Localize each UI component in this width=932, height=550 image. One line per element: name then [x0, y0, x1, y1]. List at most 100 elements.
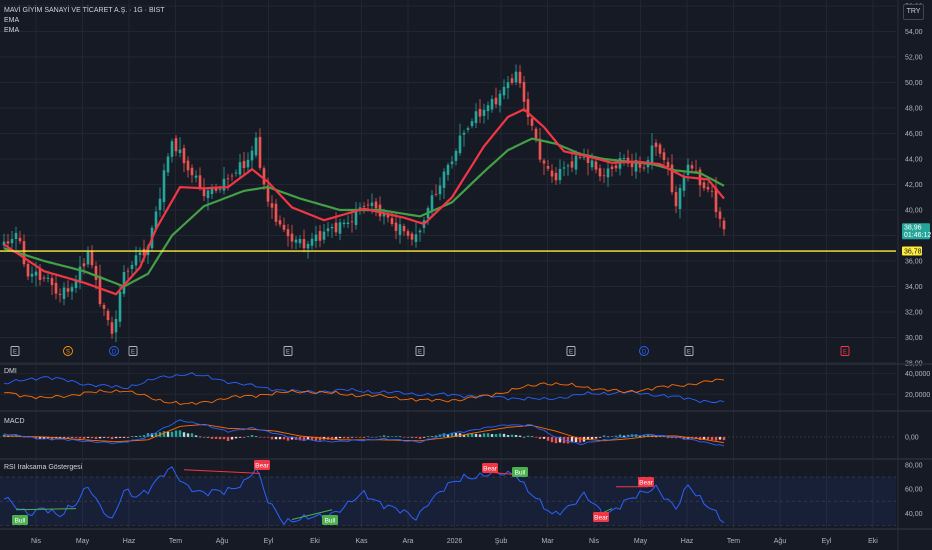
macd-histogram-bar: [122, 436, 126, 438]
candle-body: [138, 252, 142, 255]
candle-body: [86, 251, 90, 265]
candle-body: [562, 167, 566, 169]
chart-canvas: 28,0030,0032,0034,0036,0038,0040,0042,00…: [0, 0, 932, 550]
macd-histogram-bar: [534, 436, 538, 438]
price-tick-label: 42,00: [905, 182, 923, 189]
rsi-legend[interactable]: RSI Iraksama Göstergesi: [4, 464, 83, 471]
candle-body: [558, 168, 562, 181]
time-axis-label: Ağu: [774, 538, 787, 545]
macd-histogram-bar: [190, 433, 194, 437]
candle-body: [582, 156, 586, 158]
macd-histogram-bar: [70, 436, 74, 438]
candle-body: [170, 141, 174, 157]
macd-histogram-bar: [710, 436, 714, 441]
macd-histogram-bar: [598, 436, 602, 438]
candle-body: [546, 166, 550, 169]
macd-histogram-bar: [90, 436, 94, 439]
candle-body: [58, 293, 62, 295]
macd-histogram-bar: [510, 434, 514, 437]
candle-body: [494, 97, 498, 105]
macd-histogram-bar: [386, 436, 390, 438]
candle-body: [162, 170, 166, 203]
ema-legend-2[interactable]: EMA: [4, 27, 20, 34]
candle-body: [270, 203, 274, 208]
candle-body: [298, 239, 302, 244]
macd-histogram-bar: [714, 436, 718, 441]
candle-body: [554, 172, 558, 181]
candle-body: [622, 157, 626, 160]
macd-histogram-bar: [74, 436, 78, 438]
macd-histogram-bar: [102, 436, 106, 438]
candle-body: [458, 135, 462, 154]
macd-histogram-bar: [258, 436, 262, 438]
macd-histogram-bar: [482, 433, 486, 437]
candle-body: [454, 150, 458, 161]
macd-histogram-bar: [606, 436, 610, 438]
time-axis-label: 2026: [447, 538, 463, 545]
macd-histogram-bar: [118, 436, 122, 438]
macd-histogram-bar: [422, 436, 426, 438]
macd-histogram-bar: [366, 436, 370, 437]
macd-histogram-bar: [414, 436, 418, 438]
candle-body: [434, 193, 438, 195]
candle-body: [614, 165, 618, 169]
macd-histogram-bar: [486, 433, 490, 437]
time-axis-label: Eki: [310, 538, 320, 545]
macd-histogram-bar: [546, 436, 550, 441]
macd-histogram-bar: [130, 436, 134, 437]
candle-body: [598, 168, 602, 177]
candle-body: [174, 138, 178, 152]
macd-histogram-bar: [262, 436, 266, 438]
macd-histogram-bar: [174, 430, 178, 437]
candle-body: [606, 168, 610, 178]
macd-histogram-bar: [702, 436, 706, 440]
macd-histogram-bar: [106, 436, 110, 439]
candle-body: [70, 287, 74, 292]
macd-histogram-bar: [266, 436, 270, 438]
macd-histogram-bar: [410, 436, 414, 438]
bear-label: Bear: [255, 463, 270, 470]
macd-histogram-bar: [226, 436, 230, 441]
candle-body: [318, 231, 322, 241]
ema-legend-1[interactable]: EMA: [4, 17, 20, 24]
candle-body: [222, 178, 226, 191]
candle-body: [114, 318, 118, 333]
time-axis-label: Eki: [868, 538, 878, 545]
macd-histogram-bar: [418, 436, 422, 439]
macd-histogram-bar: [342, 436, 346, 439]
rsi-band: [0, 476, 896, 526]
candle-body: [490, 99, 494, 110]
macd-histogram-bar: [142, 435, 146, 437]
candle-body: [686, 164, 690, 175]
candle-body: [530, 118, 534, 126]
macd-histogram-bar: [382, 435, 386, 437]
candle-body: [406, 231, 410, 236]
dmi-legend[interactable]: DMI: [4, 368, 17, 375]
candle-body: [374, 201, 378, 209]
macd-histogram-bar: [498, 433, 502, 437]
macd-histogram-bar: [658, 436, 662, 438]
candle-body: [486, 105, 490, 112]
macd-histogram-bar: [78, 436, 82, 439]
candle-body: [34, 271, 38, 276]
macd-histogram-bar: [350, 436, 354, 438]
macd-histogram-bar: [270, 436, 274, 440]
candle-body: [18, 237, 22, 242]
time-axis-label: Eyl: [822, 538, 832, 545]
event-marker-letter: S: [66, 350, 70, 356]
macd-histogram-bar: [98, 436, 102, 439]
macd-histogram-bar: [590, 436, 594, 440]
macd-legend[interactable]: MACD: [4, 418, 25, 425]
candle-body: [450, 161, 454, 165]
macd-histogram-bar: [602, 435, 606, 437]
candle-body: [278, 220, 282, 225]
time-axis-label: Haz: [681, 538, 694, 545]
macd-histogram-bar: [218, 436, 222, 440]
candle-body: [50, 278, 54, 286]
candle-body: [106, 310, 110, 321]
currency-button[interactable]: TRY: [903, 4, 924, 20]
event-marker-letter: D: [112, 350, 117, 356]
time-axis-label: Nis: [589, 538, 600, 545]
macd-histogram-bar: [250, 435, 254, 437]
candle-body: [14, 232, 18, 240]
